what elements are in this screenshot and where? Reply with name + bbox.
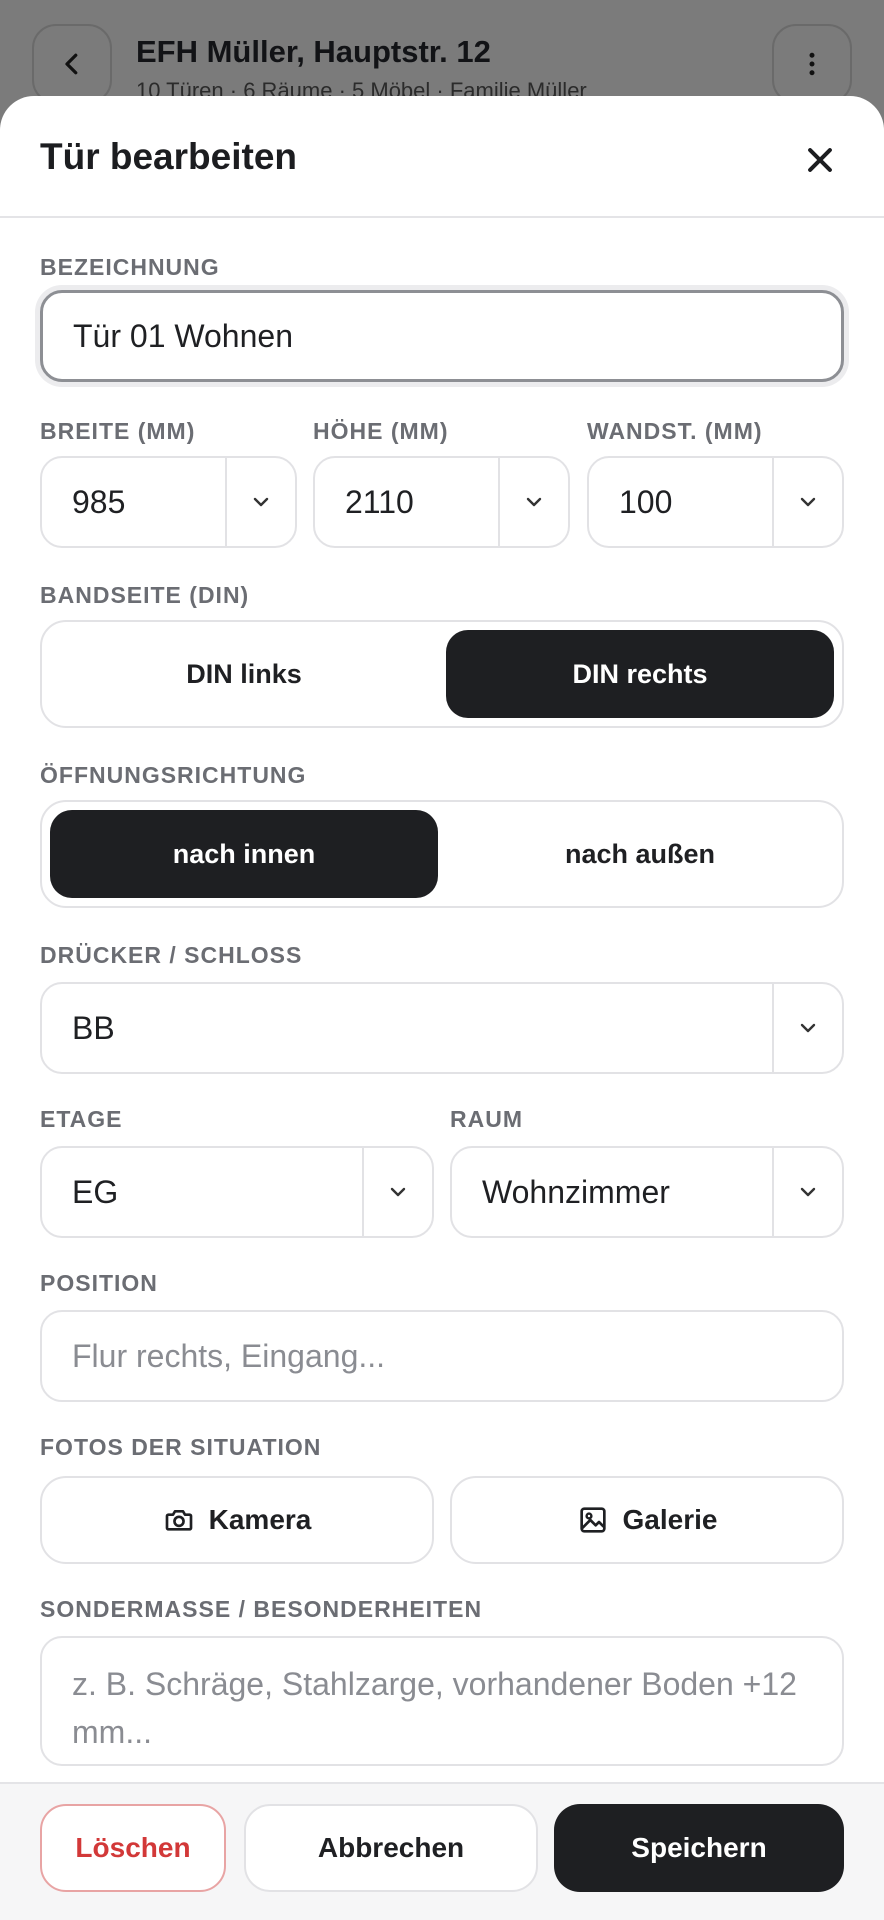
edit-door-sheet: Tür bearbeiten BEZEICHNUNG Tür 01 Wohnen… xyxy=(0,96,884,1920)
delete-button[interactable]: Löschen xyxy=(40,1804,226,1892)
close-icon xyxy=(808,148,832,172)
chevron-down-icon xyxy=(526,497,542,507)
chevron-down-icon xyxy=(800,497,816,507)
bandseite-segmented-control: DIN links DIN rechts xyxy=(40,620,844,728)
gallery-button[interactable]: Galerie xyxy=(450,1476,844,1564)
oeffnungsrichtung-label: ÖFFNUNGSRICHTUNG xyxy=(40,762,307,788)
etage-label: ETAGE xyxy=(40,1106,123,1132)
image-icon xyxy=(579,1507,606,1533)
wandst-label: WANDST. (MM) xyxy=(587,418,763,444)
position-input[interactable]: Flur rechts, Eingang... xyxy=(40,1310,844,1402)
position-label: POSITION xyxy=(40,1270,158,1296)
project-title: EFH Müller, Hauptstr. 12 xyxy=(136,34,491,69)
nach-innen-option[interactable]: nach innen xyxy=(50,810,438,898)
camera-button[interactable]: Kamera xyxy=(40,1476,434,1564)
sondermasse-textarea[interactable]: z. B. Schräge, Stahlzarge, vorhandener B… xyxy=(40,1636,844,1766)
chevron-left-icon xyxy=(65,53,78,75)
camera-icon xyxy=(165,1510,192,1531)
chevron-down-icon xyxy=(253,497,269,507)
breite-label: BREITE (MM) xyxy=(40,418,196,444)
hoehe-dropdown-toggle[interactable] xyxy=(498,458,568,546)
etage-dropdown-toggle[interactable] xyxy=(362,1148,432,1236)
gallery-label: Galerie xyxy=(622,1504,718,1535)
more-vertical-icon xyxy=(809,52,815,76)
breite-select[interactable]: 985 xyxy=(40,456,297,548)
chevron-down-icon xyxy=(800,1187,816,1197)
nach-aussen-option[interactable]: nach außen xyxy=(446,810,834,898)
din-links-option[interactable]: DIN links xyxy=(50,630,438,718)
bezeichnung-input[interactable]: Tür 01 Wohnen xyxy=(40,290,844,382)
raum-select[interactable]: Wohnzimmer xyxy=(450,1146,844,1238)
cancel-button[interactable]: Abbrechen xyxy=(244,1804,538,1892)
wandst-dropdown-toggle[interactable] xyxy=(772,458,842,546)
sheet-title: Tür bearbeiten xyxy=(40,136,297,177)
chevron-down-icon xyxy=(390,1187,406,1197)
sheet-header: Tür bearbeiten xyxy=(0,96,884,218)
back-button[interactable] xyxy=(32,24,112,104)
wandst-value: 100 xyxy=(619,483,673,520)
bandseite-label: BANDSEITE (DIN) xyxy=(40,582,250,608)
breite-dropdown-toggle[interactable] xyxy=(225,458,295,546)
din-rechts-option[interactable]: DIN rechts xyxy=(446,630,834,718)
hoehe-value: 2110 xyxy=(345,483,414,520)
druecker-label: DRÜCKER / SCHLOSS xyxy=(40,942,303,968)
oeffnungsrichtung-segmented-control: nach innen nach außen xyxy=(40,800,844,908)
druecker-select[interactable]: BB xyxy=(40,982,844,1074)
etage-value: EG xyxy=(72,1173,119,1210)
bezeichnung-label: BEZEICHNUNG xyxy=(40,254,220,280)
raum-value: Wohnzimmer xyxy=(482,1173,670,1210)
camera-label: Kamera xyxy=(208,1504,312,1535)
druecker-dropdown-toggle[interactable] xyxy=(772,984,842,1072)
chevron-down-icon xyxy=(800,1023,816,1033)
breite-value: 985 xyxy=(72,483,126,520)
wandst-select[interactable]: 100 xyxy=(587,456,844,548)
hoehe-label: HÖHE (MM) xyxy=(313,418,449,444)
raum-dropdown-toggle[interactable] xyxy=(772,1148,842,1236)
raum-label: RAUM xyxy=(450,1106,523,1132)
save-button[interactable]: Speichern xyxy=(554,1804,844,1892)
close-button[interactable] xyxy=(792,132,848,188)
fotos-label: FOTOS DER SITUATION xyxy=(40,1434,322,1460)
sheet-footer: Löschen Abbrechen Speichern xyxy=(0,1782,884,1920)
sondermasse-label: SONDERMASSE / BESONDERHEITEN xyxy=(40,1596,483,1622)
more-button[interactable] xyxy=(772,24,852,104)
druecker-value: BB xyxy=(72,1009,115,1046)
hoehe-select[interactable]: 2110 xyxy=(313,456,570,548)
etage-select[interactable]: EG xyxy=(40,1146,434,1238)
